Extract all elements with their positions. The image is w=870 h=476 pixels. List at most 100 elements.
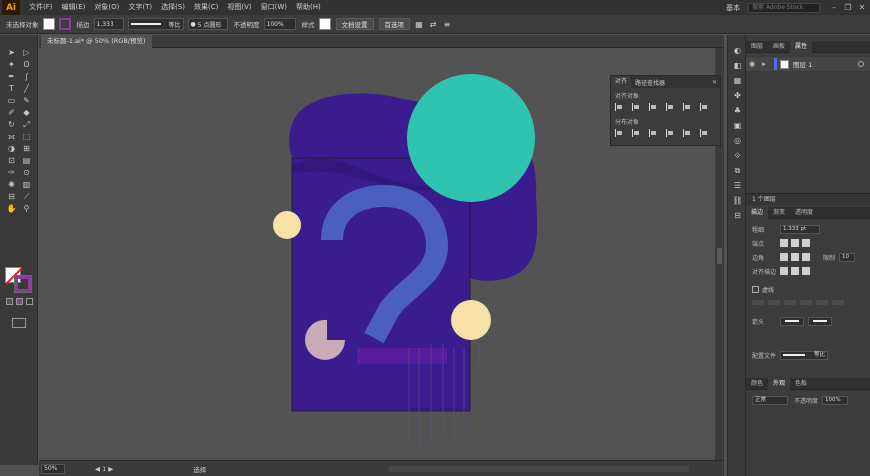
color-mode-icon[interactable]	[6, 298, 13, 305]
tab-pathfinder[interactable]: 路径查找器	[631, 78, 669, 87]
rectangle-tool-icon[interactable]: ▭	[5, 95, 18, 106]
fill-stroke-widget[interactable]	[5, 267, 33, 293]
distribute-left-icon[interactable]	[666, 129, 675, 137]
align-stroke-outside-icon[interactable]	[802, 267, 810, 275]
zoom-tool-icon[interactable]: ⚲	[20, 203, 33, 214]
projecting-cap-icon[interactable]	[802, 239, 810, 247]
align-right-icon[interactable]	[649, 103, 658, 111]
none-mode-icon[interactable]	[26, 298, 33, 305]
symbols-icon[interactable]: ♣	[728, 103, 747, 118]
distribute-top-icon[interactable]	[615, 129, 624, 137]
libraries-icon[interactable]: ☰	[728, 178, 747, 193]
distribute-hcenter-icon[interactable]	[683, 129, 692, 137]
screen-mode-icon[interactable]	[12, 318, 26, 328]
tab-swatches[interactable]: 色板	[790, 378, 812, 390]
workspace-switcher[interactable]: 基本	[726, 3, 740, 13]
eyedropper-icon[interactable]: ✑	[5, 167, 18, 178]
layer-target-icon[interactable]	[858, 61, 864, 67]
hand-tool-icon[interactable]: ✋	[5, 203, 18, 214]
appearance-opacity-field[interactable]: 100%	[822, 395, 849, 405]
stroke-color-swatch[interactable]	[58, 18, 71, 30]
mesh-tool-icon[interactable]: ⊡	[5, 155, 18, 166]
document-setup-button[interactable]: 文档设置	[335, 18, 374, 30]
tab-artboards[interactable]: 画板	[768, 41, 790, 53]
blend-mode-select[interactable]: 正常	[752, 395, 788, 405]
rotate-tool-icon[interactable]: ↻	[5, 119, 18, 130]
dash-field[interactable]	[784, 300, 796, 305]
round-join-icon[interactable]	[791, 253, 799, 261]
distribute-bottom-icon[interactable]	[649, 129, 658, 137]
tab-color[interactable]: 颜色	[746, 378, 768, 390]
preferences-button[interactable]: 首选项	[378, 18, 410, 30]
tab-gradient[interactable]: 渐变	[768, 207, 790, 219]
tab-appearance[interactable]: 外观	[768, 377, 791, 390]
shaper-tool-icon[interactable]: ✐	[5, 107, 18, 118]
align-vcenter-icon[interactable]	[683, 103, 692, 111]
line-tool-icon[interactable]: ╱	[20, 83, 33, 94]
brushes-icon[interactable]: ✤	[728, 88, 747, 103]
limit-field[interactable]: 10	[839, 252, 856, 262]
minimize-icon[interactable]: –	[828, 0, 840, 15]
graphic-style-swatch[interactable]	[318, 18, 331, 30]
bevel-join-icon[interactable]	[802, 253, 810, 261]
width-tool-icon[interactable]: ⟗	[5, 131, 18, 142]
align-top-icon[interactable]	[666, 103, 675, 111]
artboard-nav-icon[interactable]: ◀ 1 ▶	[95, 465, 113, 473]
maximize-icon[interactable]: ❐	[842, 0, 854, 15]
selection-tool-icon[interactable]: ➤	[5, 47, 18, 58]
fill-color-swatch[interactable]	[42, 18, 55, 30]
weight-field[interactable]: 1.333 pt	[780, 224, 820, 234]
scale-tool-icon[interactable]: ⤢	[20, 119, 33, 130]
menu-file[interactable]: 文件(F)	[29, 0, 53, 15]
align-left-icon[interactable]	[615, 103, 624, 111]
distribute-right-icon[interactable]	[700, 129, 709, 137]
tab-stroke[interactable]: 描边	[746, 206, 769, 219]
layer-name[interactable]: 图层 1	[793, 59, 812, 69]
stroke-swatch[interactable]	[14, 275, 32, 293]
miter-join-icon[interactable]	[780, 253, 788, 261]
gradient-mode-icon[interactable]	[16, 298, 23, 305]
gap-field[interactable]	[768, 300, 780, 305]
menu-type[interactable]: 文字(T)	[128, 0, 152, 15]
vertical-scroll-thumb[interactable]	[717, 248, 722, 264]
artboards-icon[interactable]: ⊟	[728, 208, 747, 223]
start-arrowhead-select[interactable]	[780, 316, 804, 326]
butt-cap-icon[interactable]	[780, 239, 788, 247]
align-panel-close-icon[interactable]: ✕	[712, 79, 720, 86]
blend-tool-icon[interactable]: ⊙	[20, 167, 33, 178]
document-tab[interactable]: 未标题-1.ai* @ 50% (RGB/预览)	[41, 35, 152, 48]
pathfinder-icon[interactable]: ⧉	[728, 163, 747, 178]
menu-window[interactable]: 窗口(W)	[261, 0, 287, 15]
lasso-icon[interactable]: ʘ	[20, 59, 33, 70]
gap-field[interactable]	[832, 300, 844, 305]
stroke-weight-field[interactable]: 1.333	[93, 18, 124, 30]
color-guide-icon[interactable]: ◧	[728, 58, 747, 73]
menu-edit[interactable]: 编辑(E)	[62, 0, 86, 15]
eraser-icon[interactable]: ◆	[20, 107, 33, 118]
menu-effect[interactable]: 效果(C)	[194, 0, 218, 15]
horizontal-scrollbar[interactable]	[389, 466, 689, 472]
dash-field[interactable]	[752, 300, 764, 305]
stroke-profile-select[interactable]: 等比	[127, 18, 184, 30]
menu-select[interactable]: 选择(S)	[161, 0, 185, 15]
profile-select[interactable]: 等比	[780, 350, 828, 360]
arrange-icon[interactable]: ▦	[414, 19, 424, 29]
tab-transparency[interactable]: 透明度	[790, 207, 818, 219]
tab-layers[interactable]: 图层	[746, 41, 768, 53]
graphic-styles-icon[interactable]: ▣	[728, 118, 747, 133]
opacity-field[interactable]: 100%	[263, 18, 296, 30]
gap-field[interactable]	[800, 300, 812, 305]
end-arrowhead-select[interactable]	[808, 316, 832, 326]
zoom-field[interactable]: 50%	[41, 463, 65, 474]
menu-help[interactable]: 帮助(H)	[296, 0, 321, 15]
type-tool-icon[interactable]: T	[5, 83, 18, 94]
distribute-vcenter-icon[interactable]	[632, 129, 641, 137]
tab-properties[interactable]: 属性	[790, 40, 813, 53]
dashed-line-checkbox[interactable]	[752, 286, 759, 293]
align-stroke-center-icon[interactable]	[780, 267, 788, 275]
brush-select[interactable]: ● 5 点圆形	[187, 18, 228, 30]
magic-wand-icon[interactable]: ✦	[5, 59, 18, 70]
curvature-tool-icon[interactable]: ∫	[20, 71, 33, 82]
tab-align[interactable]: 对齐	[611, 76, 632, 88]
artboard-tool-icon[interactable]: ⊟	[5, 191, 18, 202]
